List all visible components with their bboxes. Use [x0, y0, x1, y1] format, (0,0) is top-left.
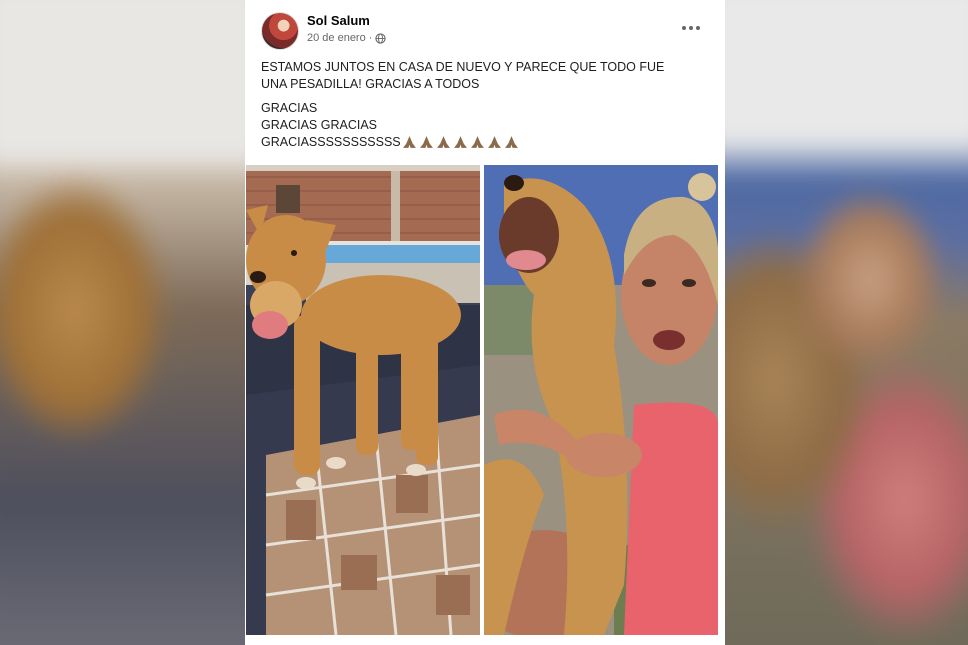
praying-hands-icon: [487, 136, 501, 149]
thanks-line: GRACIASSSSSSSSSSS: [261, 135, 401, 149]
post-text: ESTAMOS JUNTOS EN CASA DE NUEVO Y PARECE…: [261, 59, 701, 151]
thanks-line: GRACIAS: [261, 101, 318, 115]
author-name[interactable]: Sol Salum: [307, 13, 370, 28]
post-photo-hug[interactable]: [484, 165, 718, 635]
more-options-button[interactable]: [679, 18, 703, 38]
post-card: Sol Salum 20 de enero · ESTAMOS JUNTOS E…: [245, 0, 725, 645]
thanks-line-emoji: GRACIASSSSSSSSSSS: [261, 134, 701, 151]
avatar[interactable]: [261, 12, 299, 50]
praying-hands-icon: [453, 136, 467, 149]
post-text-line: UNA PESADILLA! GRACIAS A TODOS: [261, 77, 480, 91]
praying-hands-icon: [470, 136, 484, 149]
post-date[interactable]: 20 de enero: [307, 32, 366, 44]
praying-hands-icon: [402, 136, 416, 149]
globe-icon: [375, 32, 387, 44]
post-photo-dog[interactable]: [246, 165, 480, 635]
post-meta: 20 de enero ·: [307, 32, 387, 44]
blurred-background-right: [725, 0, 968, 645]
more-options-icon: [682, 26, 686, 30]
blurred-background-left: [0, 0, 245, 645]
meta-separator: ·: [368, 32, 373, 44]
post-text-line: ESTAMOS JUNTOS EN CASA DE NUEVO Y PARECE…: [261, 60, 665, 74]
thanks-line: GRACIAS GRACIAS: [261, 118, 377, 132]
praying-hands-icon: [504, 136, 518, 149]
praying-hands-icon: [419, 136, 433, 149]
praying-hands-icon: [436, 136, 450, 149]
emoji-row: [402, 136, 519, 149]
